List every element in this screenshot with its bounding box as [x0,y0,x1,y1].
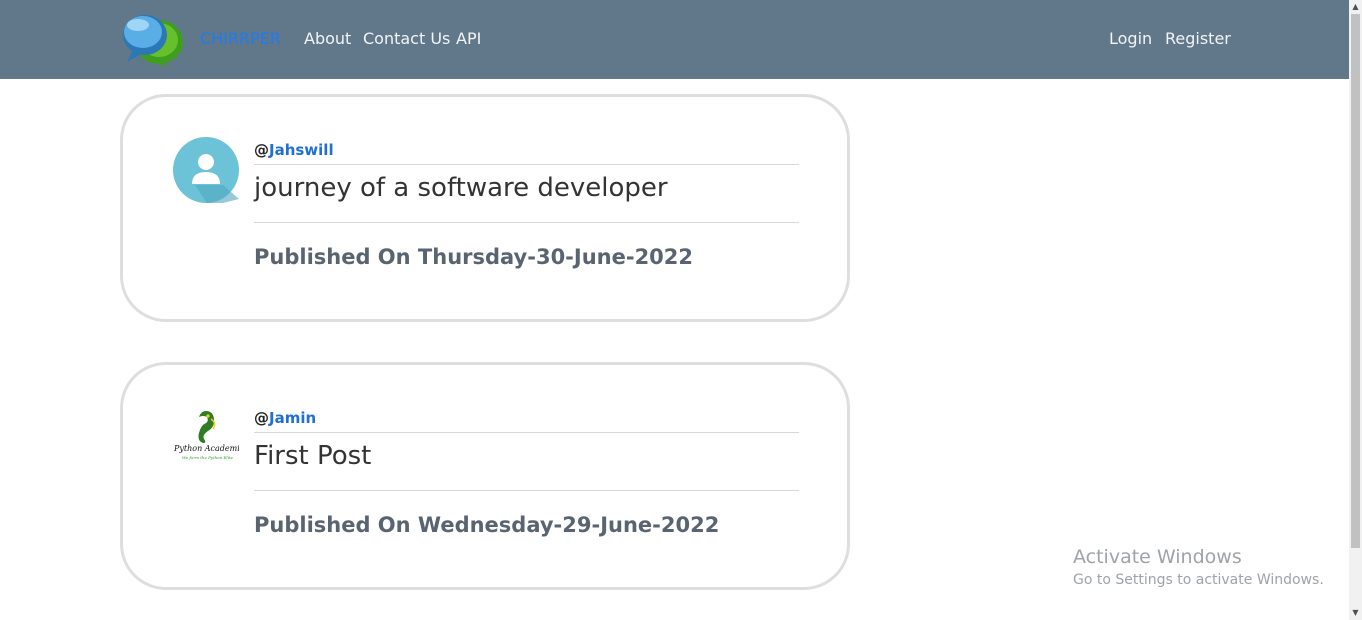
python-academia-logo: Python Academia We form the Python Elite [173,405,239,471]
username-link[interactable]: Jahswill [269,141,334,159]
chat-bubbles-logo-icon[interactable] [121,12,185,68]
divider [254,490,799,491]
login-link[interactable]: Login [1109,29,1152,48]
nav-link-contact-us[interactable]: Contact Us [363,29,450,48]
post-card: Python Academia We form the Python Elite… [120,362,850,590]
post-card: @Jahswill journey of a software develope… [120,94,850,322]
divider [254,222,799,223]
at-sign: @ [254,141,269,159]
scrollbar-thumb[interactable] [1351,14,1360,548]
default-user-icon [173,137,239,203]
scroll-up-arrow-icon[interactable]: ▲ [1349,0,1362,14]
logo-subtext: We form the Python Elite [182,455,234,460]
nav-link-about[interactable]: About [304,29,351,48]
register-link[interactable]: Register [1165,29,1231,48]
post-author: @Jahswill [254,141,334,159]
top-navbar: CHIRRPER About Contact Us API Login Regi… [0,0,1349,79]
logo-text: Python Academia [173,444,239,453]
divider [254,164,799,165]
scroll-down-arrow-icon[interactable]: ▼ [1349,606,1362,620]
watermark-title: Activate Windows [1073,546,1242,568]
watermark-subtitle: Go to Settings to activate Windows. [1073,572,1324,588]
vertical-scrollbar[interactable]: ▲ ▼ [1349,0,1362,620]
published-date: Published On Wednesday-29-June-2022 [254,513,720,537]
divider [254,432,799,433]
activate-windows-watermark: Activate Windows Go to Settings to activ… [1073,546,1324,588]
post-title[interactable]: First Post [254,441,371,471]
post-title[interactable]: journey of a software developer [254,173,668,203]
nav-link-api[interactable]: API [456,29,481,48]
post-author: @Jamin [254,409,316,427]
username-link[interactable]: Jamin [269,409,316,427]
published-date: Published On Thursday-30-June-2022 [254,245,694,269]
brand-link[interactable]: CHIRRPER [200,29,281,48]
at-sign: @ [254,409,269,427]
